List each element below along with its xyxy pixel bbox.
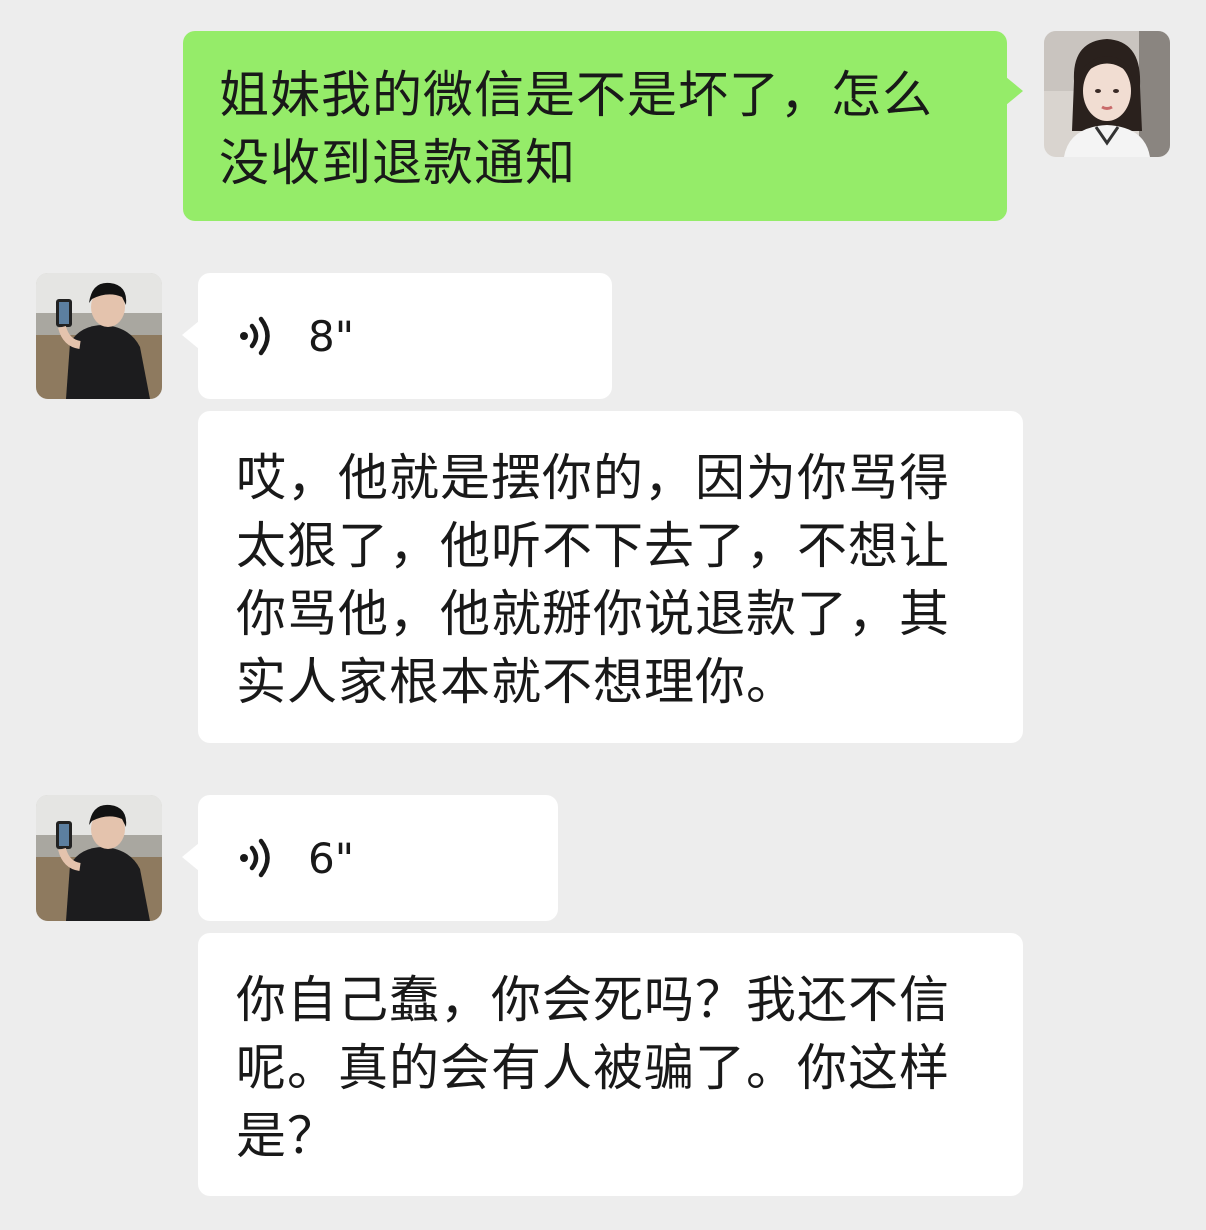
voice-wave-icon bbox=[238, 836, 278, 880]
bubble-tail bbox=[182, 843, 199, 871]
message-text: 哎，他就是摆你的，因为你骂得太狠了，他听不下去了，不想让你骂他，他就掰你说退款了… bbox=[236, 449, 950, 711]
contact-message-bubble[interactable]: 哎，他就是摆你的，因为你骂得太狠了，他听不下去了，不想让你骂他，他就掰你说退款了… bbox=[198, 411, 1023, 743]
contact-avatar[interactable] bbox=[36, 795, 162, 921]
message-text: 姐妹我的微信是不是坏了，怎么没收到退款通知 bbox=[219, 66, 933, 192]
chat-message-list[interactable]: 姐妹我的微信是不是坏了，怎么没收到退款通知 8" 哎，他就是摆你的，因为你骂得太… bbox=[0, 0, 1206, 1230]
my-avatar[interactable] bbox=[1044, 31, 1170, 157]
contact-photo-avatar bbox=[36, 795, 162, 921]
voice-wave-icon bbox=[238, 314, 278, 358]
contact-photo-avatar bbox=[36, 273, 162, 399]
contact-avatar[interactable] bbox=[36, 273, 162, 399]
user-photo-avatar bbox=[1044, 31, 1170, 157]
voice-message-bubble[interactable]: 8" bbox=[182, 273, 612, 399]
my-message-bubble[interactable]: 姐妹我的微信是不是坏了，怎么没收到退款通知 bbox=[183, 31, 1023, 221]
voice-duration: 6" bbox=[308, 833, 355, 883]
voice-duration: 8" bbox=[308, 311, 355, 361]
contact-message-bubble[interactable]: 你自己蠢，你会死吗？我还不信呢。真的会有人被骗了。你这样是？ bbox=[198, 933, 1023, 1196]
bubble-tail bbox=[182, 321, 199, 349]
message-text: 你自己蠢，你会死吗？我还不信呢。真的会有人被骗了。你这样是？ bbox=[236, 971, 950, 1165]
voice-message-bubble[interactable]: 6" bbox=[182, 795, 558, 921]
bubble-tail bbox=[1006, 77, 1023, 105]
